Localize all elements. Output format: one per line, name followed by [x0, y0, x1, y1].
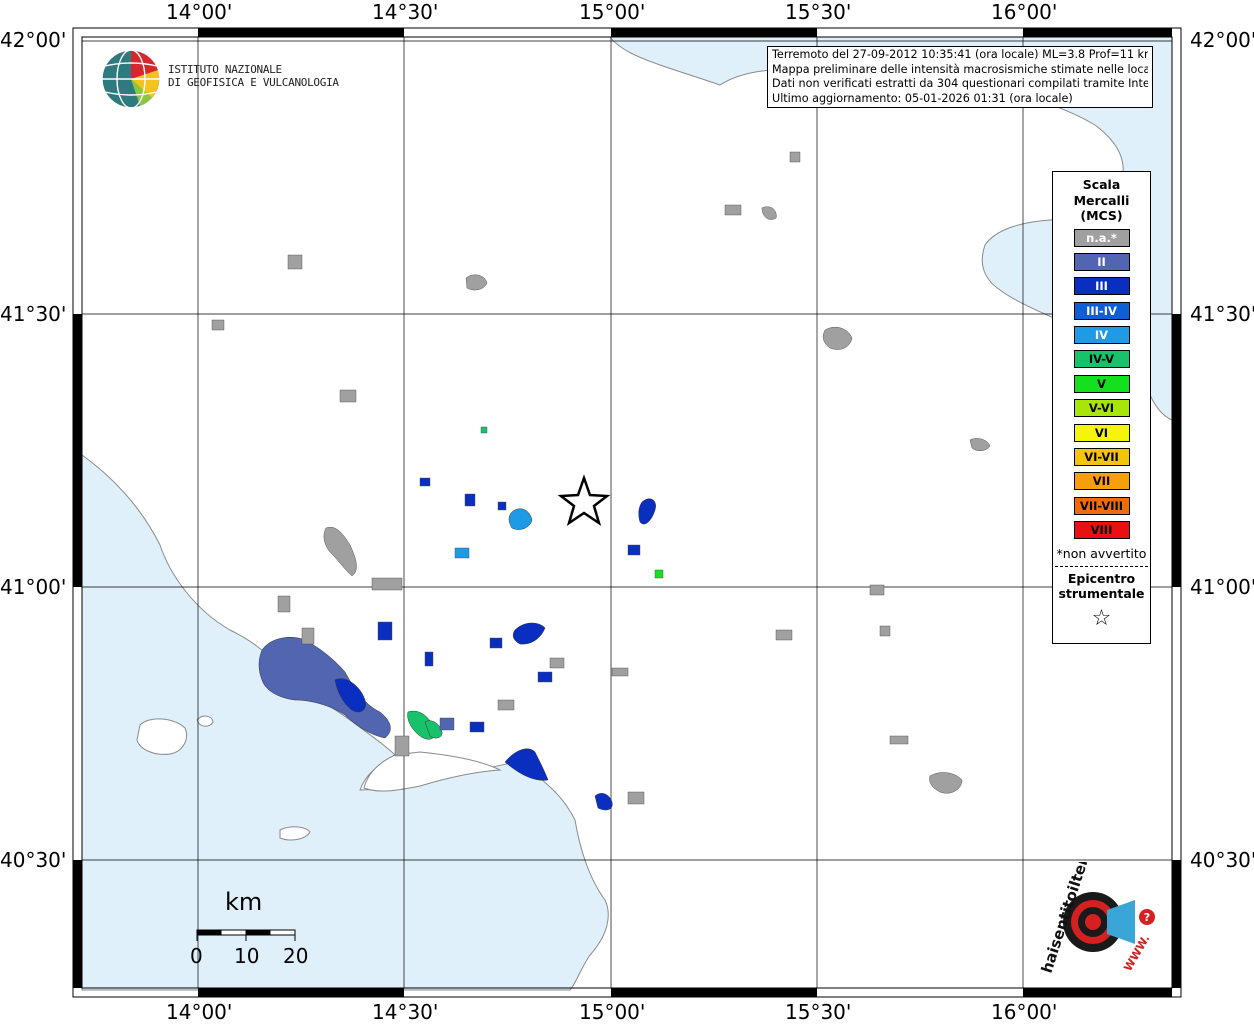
- legend-swatch-iii: III: [1073, 277, 1130, 296]
- lat-label-left-4: 40°30': [0, 848, 67, 872]
- legend-swatch-v-vi: V-VI: [1073, 399, 1130, 418]
- lon-label-top-4: 15°30': [785, 0, 852, 24]
- lon-label-bottom-1: 14°00': [166, 1000, 233, 1024]
- legend-epicenter-line1: Epicentro: [1067, 570, 1136, 586]
- scale-tick-0: 0: [190, 944, 203, 968]
- lat-label-left-3: 41°00': [0, 575, 67, 599]
- lon-label-top-3: 15°00': [579, 0, 646, 24]
- star-icon: ☆: [1091, 605, 1112, 631]
- legend-items: n.a.* II III III-IV IV IV-V V V-VI VI VI-VII VII VI…: [1053, 228, 1150, 540]
- ingv-logo: ISTITUTO NAZIONALE DI GEOFISICA E VULCAN…: [100, 48, 339, 110]
- legend-swatch-vi-vii: VI-VII: [1073, 448, 1130, 467]
- legend-swatch-iii-iv: III-IV: [1073, 301, 1130, 320]
- legend-title-line2: Mercalli: [1073, 192, 1130, 208]
- info-line-2: Mappa preliminare delle intensità macros…: [772, 62, 1148, 76]
- lon-label-bottom-5: 16°00': [991, 1000, 1058, 1024]
- lon-label-top-5: 16°00': [991, 0, 1058, 24]
- legend-epicenter: Epicentro strumentale: [1053, 571, 1150, 602]
- lon-label-top-2: 14°30': [372, 0, 439, 24]
- legend-swatch-vii-viii: VII-VIII: [1073, 496, 1130, 515]
- info-line-3: Dati non verificati estratti da 304 ques…: [772, 77, 1148, 91]
- legend-note: *non avvertito: [1056, 545, 1147, 561]
- earthquake-info-box: Terremoto del 27-09-2012 10:35:41 (ora l…: [767, 46, 1153, 108]
- lat-label-left-1: 42°00': [0, 28, 67, 52]
- info-line-1: Terremoto del 27-09-2012 10:35:41 (ora l…: [772, 48, 1148, 61]
- legend-swatch-n-a-: n.a.*: [1073, 228, 1130, 247]
- lon-label-bottom-4: 15°30': [785, 1000, 852, 1024]
- legend-swatch-vi: VI: [1073, 423, 1130, 442]
- lat-label-left-2: 41°30': [0, 302, 67, 326]
- hai-sentito-icon: ? haisentitoilterremoto.it WWW.: [1038, 780, 1155, 975]
- legend-title: Scala Mercalli (MCS): [1053, 177, 1150, 224]
- scale-tick-20: 20: [283, 944, 309, 968]
- mcs-legend: Scala Mercalli (MCS) n.a.* II III III-IV IV I…: [1052, 171, 1151, 644]
- lat-label-right-1: 42°00': [1190, 28, 1254, 52]
- legend-separator: [1055, 565, 1148, 567]
- scale-tick-10: 10: [234, 944, 260, 968]
- hai-sentito-logo: ? haisentitoilterremoto.it WWW.: [1035, 780, 1165, 982]
- info-line-4: Ultimo aggiornamento: 05-01-2026 01:31 (…: [772, 91, 1073, 105]
- legend-swatch-viii: VIII: [1073, 521, 1130, 540]
- legend-title-line3: (MCS): [1080, 208, 1123, 223]
- lon-label-top-1: 14°00': [166, 0, 233, 24]
- legend-swatch-v: V: [1073, 374, 1130, 393]
- lat-label-right-2: 41°30': [1190, 302, 1254, 326]
- ischia-island: [136, 718, 187, 755]
- legend-swatch-vii: VII: [1073, 472, 1130, 491]
- legend-swatch-ii: II: [1073, 252, 1130, 271]
- lon-label-bottom-3: 15°00': [579, 1000, 646, 1024]
- lon-label-bottom-2: 14°30': [372, 1000, 439, 1024]
- legend-swatch-iv-v: IV-V: [1073, 350, 1130, 369]
- ingv-name: ISTITUTO NAZIONALE DI GEOFISICA E VULCAN…: [168, 63, 339, 89]
- lat-label-right-3: 41°00': [1190, 575, 1254, 599]
- legend-swatch-iv: IV: [1073, 326, 1130, 345]
- legend-epicenter-line2: strumentale: [1058, 586, 1145, 602]
- ingv-globe-icon: [101, 49, 161, 109]
- ingv-name-line1: ISTITUTO NAZIONALE: [168, 63, 282, 76]
- svg-text:?: ?: [1144, 911, 1150, 924]
- scale-unit: km: [225, 888, 263, 916]
- legend-title-line1: Scala: [1082, 177, 1121, 192]
- lat-label-right-4: 40°30': [1190, 848, 1254, 872]
- ingv-name-line2: DI GEOFISICA E VULCANOLOGIA: [168, 76, 339, 89]
